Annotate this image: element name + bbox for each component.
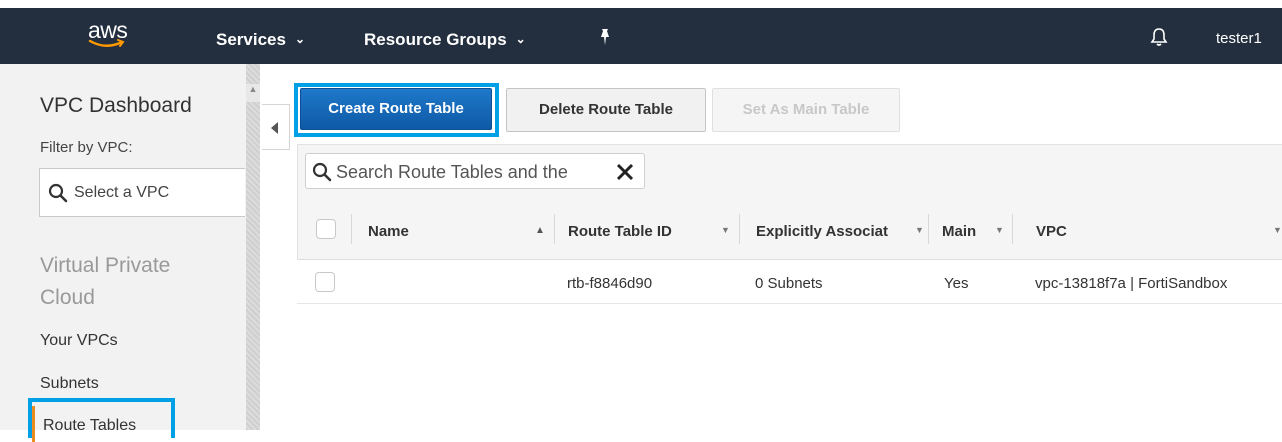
column-divider bbox=[928, 214, 929, 244]
cell-explicitly-associated: 0 Subnets bbox=[755, 275, 823, 292]
sidebar-title[interactable]: VPC Dashboard bbox=[40, 94, 192, 118]
sidebar-item-your-vpcs[interactable]: Your VPCs bbox=[40, 332, 118, 350]
caret-left-icon bbox=[271, 122, 278, 134]
sort-ascending-icon[interactable]: ▲ bbox=[535, 225, 545, 236]
column-header-main[interactable]: Main bbox=[942, 223, 976, 240]
column-header-route-table-id[interactable]: Route Table ID bbox=[568, 223, 672, 240]
filter-by-vpc-label: Filter by VPC: bbox=[40, 139, 133, 156]
row-checkbox[interactable] bbox=[315, 272, 335, 292]
column-divider bbox=[351, 214, 352, 244]
search-placeholder: Search Route Tables and the bbox=[336, 162, 568, 182]
chevron-down-icon: ⌄ bbox=[515, 32, 526, 46]
select-all-checkbox[interactable] bbox=[316, 219, 336, 239]
cell-vpc: vpc-13818f7a | FortiSandbox bbox=[1035, 275, 1228, 292]
sidebar-scrollbar[interactable] bbox=[246, 64, 260, 430]
top-navigation-bar: aws Services ⌄ Resource Groups ⌄ tester1 bbox=[0, 0, 1282, 64]
sidebar-item-route-tables[interactable]: Route Tables bbox=[28, 398, 175, 442]
sidebar-item-subnets[interactable]: Subnets bbox=[40, 375, 99, 393]
set-as-main-table-button[interactable]: Set As Main Table bbox=[712, 88, 900, 132]
bell-icon[interactable] bbox=[1150, 27, 1168, 52]
table-header: Name ▲ Route Table ID ▼ Explicitly Assoc… bbox=[297, 198, 1282, 260]
column-divider bbox=[739, 214, 740, 244]
pin-icon[interactable] bbox=[597, 28, 613, 51]
scroll-up-icon[interactable]: ▲ bbox=[246, 84, 260, 102]
column-header-explicitly-associated[interactable]: Explicitly Associat bbox=[756, 223, 916, 240]
column-header-vpc[interactable]: VPC bbox=[1036, 223, 1067, 240]
delete-route-table-button[interactable]: Delete Route Table bbox=[506, 88, 706, 132]
sort-icon[interactable]: ▼ bbox=[995, 225, 1004, 235]
search-icon bbox=[48, 183, 68, 203]
chevron-down-icon: ⌄ bbox=[294, 32, 306, 46]
sidebar-item-label: Route Tables bbox=[43, 417, 137, 434]
cell-main: Yes bbox=[944, 275, 969, 292]
table-row[interactable]: rtb-f8846d90 0 Subnets Yes vpc-13818f7a … bbox=[297, 260, 1282, 304]
cell-route-table-id: rtb-f8846d90 bbox=[567, 275, 653, 292]
sort-icon[interactable]: ▼ bbox=[721, 225, 730, 235]
sort-icon[interactable]: ▼ bbox=[1273, 225, 1282, 235]
aws-smile-icon bbox=[88, 39, 125, 47]
search-icon bbox=[312, 162, 332, 182]
column-divider bbox=[554, 214, 555, 244]
column-header-name[interactable]: Name bbox=[368, 223, 409, 240]
search-input[interactable]: Search Route Tables and the bbox=[305, 153, 645, 189]
clear-search-icon[interactable] bbox=[616, 163, 634, 181]
create-route-table-button[interactable]: Create Route Table bbox=[300, 88, 492, 130]
resource-groups-menu[interactable]: Resource Groups ⌄ bbox=[364, 28, 526, 51]
aws-logo[interactable]: aws bbox=[88, 18, 128, 52]
vpc-select-input[interactable]: Select a VPC bbox=[39, 168, 245, 217]
user-menu[interactable]: tester1 bbox=[1216, 30, 1262, 47]
resource-groups-menu-label: Resource Groups bbox=[364, 30, 507, 49]
services-menu[interactable]: Services ⌄ bbox=[216, 28, 305, 51]
vpc-select-placeholder: Select a VPC bbox=[74, 184, 170, 201]
sort-icon[interactable]: ▼ bbox=[915, 225, 924, 235]
collapse-sidebar-button[interactable] bbox=[262, 104, 290, 150]
services-menu-label: Services bbox=[216, 30, 286, 49]
sidebar-section-title: Virtual Private Cloud bbox=[40, 254, 171, 309]
column-divider bbox=[1012, 214, 1013, 244]
active-indicator bbox=[32, 406, 35, 442]
main-content: Create Route Table Delete Route Table Se… bbox=[290, 64, 1282, 430]
sidebar: VPC Dashboard Filter by VPC: Select a VP… bbox=[0, 64, 246, 442]
